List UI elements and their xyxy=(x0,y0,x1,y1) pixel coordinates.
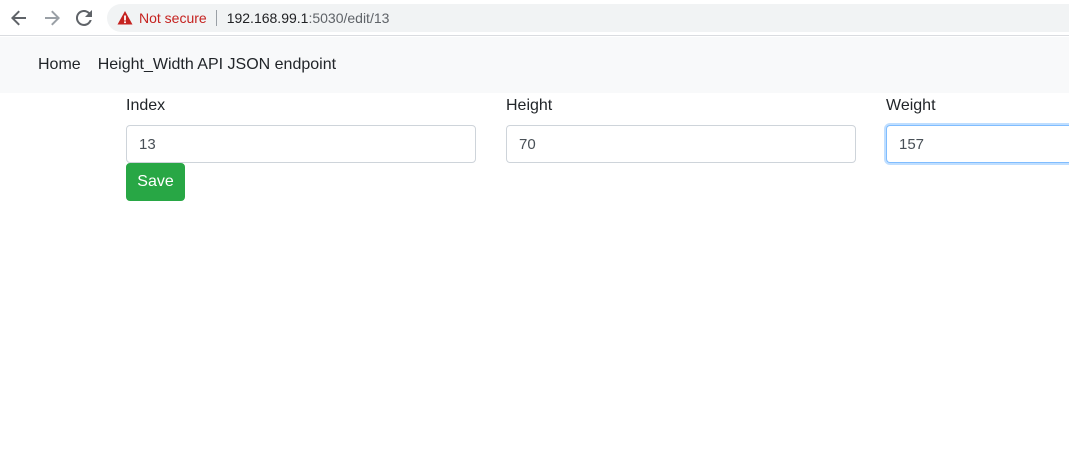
omnibox-divider xyxy=(215,10,217,26)
url-path: :5030/edit/13 xyxy=(308,10,390,26)
security-status[interactable]: Not secure xyxy=(139,10,207,26)
nav-link-api-endpoint[interactable]: Height_Width API JSON endpoint xyxy=(98,56,336,74)
save-button[interactable]: Save xyxy=(126,163,185,201)
index-input[interactable] xyxy=(126,125,476,163)
weight-label: Weight xyxy=(886,97,936,114)
arrow-right-icon xyxy=(45,10,60,26)
back-button[interactable] xyxy=(9,8,29,28)
app-navbar: Home Height_Width API JSON endpoint xyxy=(0,37,1069,93)
arrow-left-icon xyxy=(11,10,26,26)
browser-toolbar: Not secure 192.168.99.1:5030/edit/13 xyxy=(0,0,1069,36)
height-form-group: Height xyxy=(506,96,856,163)
url-host: 192.168.99.1 xyxy=(226,10,309,26)
nav-link-home[interactable]: Home xyxy=(38,56,81,74)
reload-icon xyxy=(76,10,92,26)
weight-input[interactable] xyxy=(886,125,1069,163)
reload-button[interactable] xyxy=(74,8,94,28)
height-label: Height xyxy=(506,97,553,114)
height-input[interactable] xyxy=(506,125,856,163)
warning-triangle-icon xyxy=(117,10,133,26)
index-label: Index xyxy=(126,97,166,114)
weight-form-group: Weight xyxy=(886,96,1069,163)
address-bar[interactable]: Not secure 192.168.99.1:5030/edit/13 xyxy=(107,4,1069,32)
index-form-group: Index xyxy=(126,96,476,163)
forward-button[interactable] xyxy=(42,8,62,28)
